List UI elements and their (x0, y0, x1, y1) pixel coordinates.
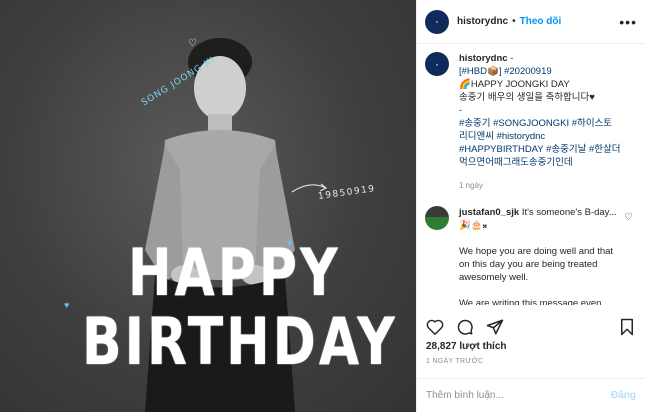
heart-doodle-icon: ♡ (188, 38, 197, 49)
comment-username[interactable]: justafan0_sjk (459, 207, 519, 218)
comments-scroll-area[interactable]: ● historydnc - [#HBD📦] #20200919 🌈HAPPY … (417, 52, 645, 305)
share-paper-plane-icon[interactable] (485, 317, 505, 337)
likes-label: lượt thích (459, 341, 507, 352)
header-username[interactable]: historydnc (457, 16, 508, 27)
caption-line-4: - (459, 105, 463, 116)
follow-button[interactable]: Theo dõi (520, 16, 562, 27)
likes-number: 28,827 (426, 341, 457, 352)
more-options-icon[interactable]: ••• (619, 15, 637, 29)
arrow-doodle (291, 183, 328, 193)
comment-paragraph-1: We hope you are doing well and that on t… (459, 246, 614, 283)
hashtags-line-2[interactable]: 리디앤씨 #historydnc (459, 130, 621, 143)
action-bar (425, 316, 637, 338)
caption: ● historydnc - [#HBD📦] #20200919 🌈HAPPY … (425, 52, 635, 192)
caption-line-2: 🌈HAPPY JOONGKI DAY (459, 79, 570, 90)
add-comment-bar: Đăng (417, 378, 645, 412)
comment-text-rest: 𝄪 (482, 220, 487, 231)
hashtags-line-4[interactable]: 먹으면어때그래도송중기인데 (459, 156, 621, 169)
header-dot-separator: • (512, 16, 516, 27)
caption-line-3: 송중기 배우의 생일을 축하합니다♥ (459, 92, 595, 103)
hashtag-hbd[interactable]: #HBD (462, 66, 487, 77)
comment-paragraph-2: We are writing this message even (459, 298, 602, 305)
comment-bubble-icon[interactable] (455, 317, 475, 337)
post-sidebar: ● historydnc • Theo dõi ••• ● historydnc… (416, 0, 645, 412)
post-comment-button[interactable]: Đăng (611, 390, 636, 401)
comment-input[interactable] (426, 390, 611, 401)
caption-dash: - (507, 53, 514, 64)
heart-doodle-icon: ♥ (64, 300, 70, 310)
comment-like-heart-icon[interactable]: ♡ (624, 212, 633, 223)
caption-username[interactable]: historydnc (459, 53, 508, 64)
caption-time: 1 ngày (459, 181, 484, 190)
caption-body: historydnc - [#HBD📦] #20200919 🌈HAPPY JO… (459, 52, 621, 192)
caption-avatar[interactable]: ● (425, 52, 449, 76)
save-bookmark-icon[interactable] (617, 317, 637, 337)
caption-bracket-close: 📦] (486, 66, 502, 77)
instagram-post: SONG JOONG KI 19850919 ♡ ♥ ♥ HAPPY BIRTH… (0, 0, 645, 412)
like-heart-icon[interactable] (425, 317, 445, 337)
comment-body: justafan0_sjk It's someone's B-day... 🎉🎂… (459, 206, 635, 305)
happy-text: HAPPY (128, 236, 341, 311)
hashtags-line-3[interactable]: #HAPPYBIRTHDAY #송중기날 #한살더 (459, 143, 621, 156)
birthday-text: BIRTHDAY (82, 305, 398, 380)
comment-avatar[interactable] (425, 206, 449, 230)
post-image[interactable]: SONG JOONG KI 19850919 ♡ ♥ ♥ HAPPY BIRTH… (0, 0, 416, 412)
hashtag-date[interactable]: #20200919 (504, 66, 552, 77)
post-header: ● historydnc • Theo dõi ••• (417, 0, 645, 44)
likes-count[interactable]: 28,827 lượt thích (426, 341, 507, 352)
hashtags-line-1[interactable]: #송중기 #SONGJOONGKI #하이스토 (459, 117, 621, 130)
comment-item: justafan0_sjk It's someone's B-day... 🎉🎂… (425, 206, 635, 305)
post-time-ago: 1 NGÀY TRƯỚC (426, 358, 484, 365)
profile-avatar[interactable]: ● (425, 9, 449, 34)
